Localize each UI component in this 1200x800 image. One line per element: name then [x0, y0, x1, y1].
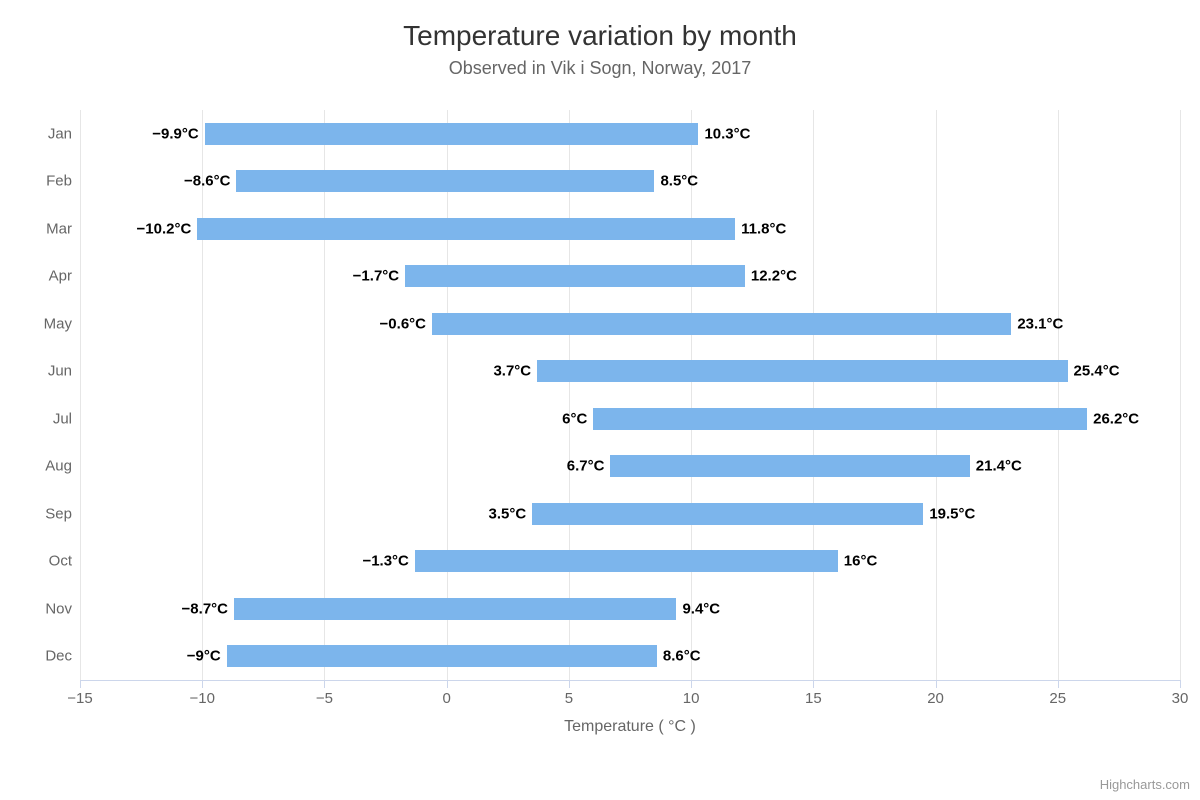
gridline [447, 110, 448, 680]
gridline [80, 110, 81, 680]
bar-low-label: −1.3°C [362, 553, 408, 570]
range-bar [415, 550, 838, 572]
gridline [691, 110, 692, 680]
x-axis-line [80, 680, 1180, 681]
x-tick-label: −15 [67, 690, 92, 707]
bar-high-label: 25.4°C [1074, 363, 1120, 380]
x-tickmark [1180, 680, 1181, 688]
bar-low-label: 6°C [562, 410, 587, 427]
bar-low-label: −9.9°C [152, 125, 198, 142]
x-tickmark [80, 680, 81, 688]
bar-high-label: 8.5°C [660, 173, 698, 190]
credits-link[interactable]: Highcharts.com [1100, 777, 1190, 792]
x-axis-title: Temperature ( °C ) [80, 718, 1180, 736]
x-tick-label: 15 [805, 690, 822, 707]
range-bar [593, 408, 1087, 430]
y-category-label: Jun [48, 363, 72, 380]
bar-low-label: −10.2°C [137, 220, 192, 237]
x-tickmark [1058, 680, 1059, 688]
y-category-label: Jul [53, 410, 72, 427]
x-tick-label: 20 [927, 690, 944, 707]
bar-high-label: 10.3°C [704, 125, 750, 142]
x-tick-label: 0 [442, 690, 450, 707]
gridline [1180, 110, 1181, 680]
range-bar [227, 645, 657, 667]
x-tick-label: −10 [189, 690, 214, 707]
y-category-label: May [44, 315, 72, 332]
gridline [936, 110, 937, 680]
x-tickmark [691, 680, 692, 688]
range-bar [610, 455, 969, 477]
y-category-label: Jan [48, 125, 72, 142]
bar-low-label: 6.7°C [567, 458, 605, 475]
bar-high-label: 8.6°C [663, 648, 701, 665]
chart-title: Temperature variation by month [0, 20, 1200, 52]
gridline [569, 110, 570, 680]
x-tickmark [447, 680, 448, 688]
x-tickmark [936, 680, 937, 688]
bar-low-label: −8.7°C [182, 600, 228, 617]
x-tick-label: 25 [1049, 690, 1066, 707]
range-bar [405, 265, 745, 287]
bar-low-label: 3.7°C [493, 363, 531, 380]
range-bar [432, 313, 1011, 335]
bar-high-label: 21.4°C [976, 458, 1022, 475]
y-category-label: Dec [45, 648, 72, 665]
bar-high-label: 16°C [844, 553, 878, 570]
bar-high-label: 12.2°C [751, 268, 797, 285]
y-category-label: Sep [45, 505, 72, 522]
x-tick-label: 30 [1172, 690, 1189, 707]
y-category-label: Aug [45, 458, 72, 475]
bar-high-label: 9.4°C [682, 600, 720, 617]
x-tick-label: 10 [683, 690, 700, 707]
x-tickmark [324, 680, 325, 688]
x-tickmark [202, 680, 203, 688]
plot-area: Temperature ( °C ) −15−10−5051015202530J… [80, 110, 1180, 680]
bar-low-label: −1.7°C [353, 268, 399, 285]
y-category-label: Mar [46, 220, 72, 237]
gridline [202, 110, 203, 680]
y-category-label: Apr [49, 268, 72, 285]
x-tick-label: −5 [316, 690, 333, 707]
bar-high-label: 26.2°C [1093, 410, 1139, 427]
bar-low-label: −8.6°C [184, 173, 230, 190]
range-bar [205, 123, 699, 145]
bar-high-label: 19.5°C [929, 505, 975, 522]
range-bar [236, 170, 654, 192]
y-category-label: Feb [46, 173, 72, 190]
gridline [324, 110, 325, 680]
bar-high-label: 23.1°C [1017, 315, 1063, 332]
bar-low-label: −9°C [187, 648, 221, 665]
y-category-label: Nov [45, 600, 72, 617]
bar-high-label: 11.8°C [741, 220, 786, 237]
bar-low-label: −0.6°C [380, 315, 426, 332]
gridline [1058, 110, 1059, 680]
range-bar [234, 598, 676, 620]
x-tickmark [569, 680, 570, 688]
range-bar [537, 360, 1067, 382]
gridline [813, 110, 814, 680]
y-category-label: Oct [49, 553, 72, 570]
chart-container: Temperature variation by month Observed … [0, 0, 1200, 800]
x-tickmark [813, 680, 814, 688]
bar-low-label: 3.5°C [489, 505, 527, 522]
chart-subtitle: Observed in Vik i Sogn, Norway, 2017 [0, 58, 1200, 79]
x-tick-label: 5 [565, 690, 573, 707]
range-bar [532, 503, 923, 525]
range-bar [197, 218, 735, 240]
